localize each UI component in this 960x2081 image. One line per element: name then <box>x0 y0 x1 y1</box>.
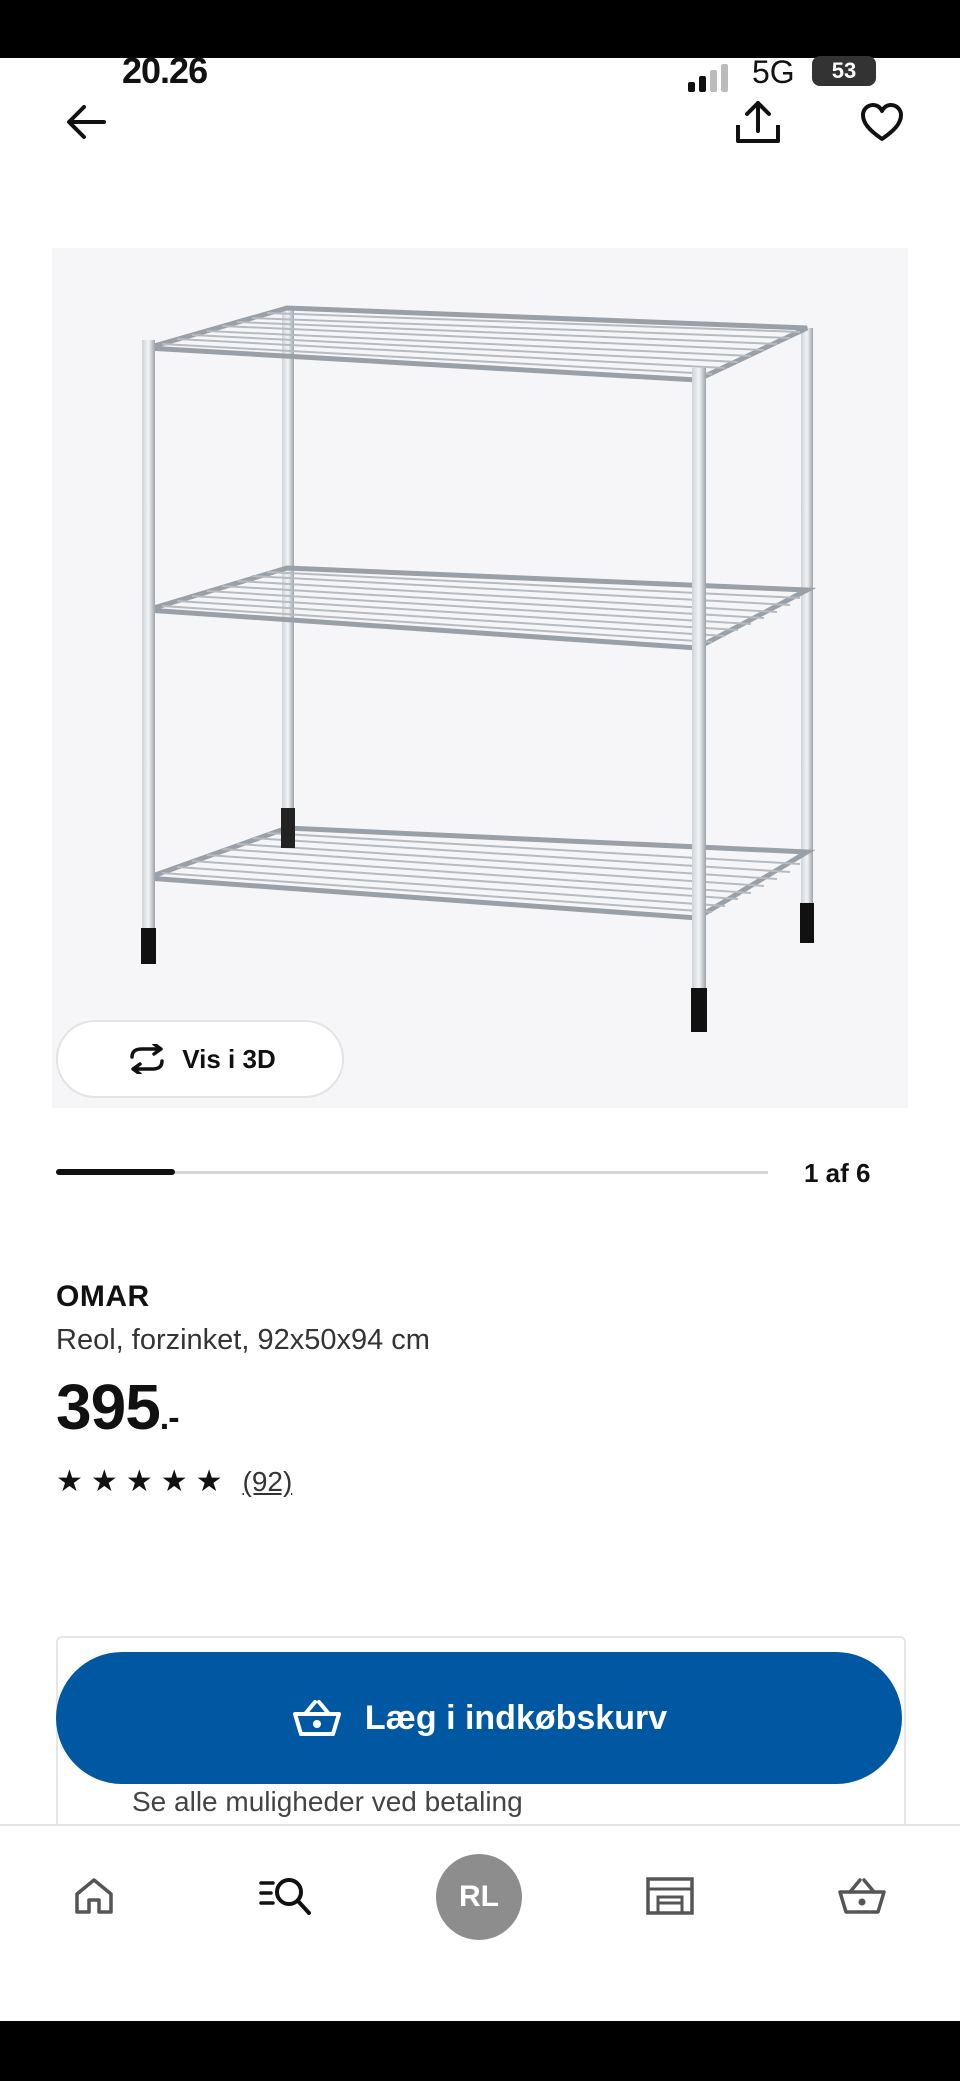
review-count-link[interactable]: (92) <box>243 1466 293 1498</box>
nav-home[interactable] <box>54 1856 134 1936</box>
gallery-pager: 1 af 6 <box>804 1158 871 1188</box>
add-to-cart-label: Læg i indkøbskurv <box>364 1698 668 1737</box>
star-icon: ★ <box>160 1465 188 1498</box>
profile-avatar[interactable]: RL <box>436 1854 522 1940</box>
cart-icon <box>838 1878 886 1914</box>
share-button[interactable] <box>726 90 790 154</box>
payment-options-link[interactable]: Se alle muligheder ved betaling <box>132 1786 523 1818</box>
rotate-3d-icon <box>130 1044 165 1074</box>
arrow-left-icon <box>67 105 106 139</box>
favorite-button[interactable] <box>850 90 914 154</box>
nav-cart[interactable] <box>822 1856 902 1936</box>
star-icon: ★ <box>56 1465 83 1498</box>
add-to-cart-button[interactable]: Læg i indkøbskurv <box>56 1652 902 1784</box>
bottom-navigation: RL <box>0 1824 960 2024</box>
view-in-3d-label: Vis i 3D <box>182 1043 276 1074</box>
price-main: 395 <box>56 1371 161 1443</box>
battery-icon: 53 <box>812 56 876 86</box>
share-icon <box>736 101 780 143</box>
star-icon: ★ <box>90 1465 118 1498</box>
star-icon: ★ <box>125 1465 153 1498</box>
nav-stores[interactable] <box>630 1856 710 1936</box>
status-bar: 20.26 5G 53 <box>0 50 960 98</box>
heart-icon <box>861 103 903 141</box>
status-time: 20.26 <box>122 50 208 91</box>
product-rating[interactable]: ★ ★ ★ ★ ★ (92) <box>56 1466 292 1498</box>
basket-icon <box>292 1700 341 1736</box>
signal-icon <box>688 64 728 92</box>
back-button[interactable] <box>54 90 118 154</box>
shelf-illustration <box>141 305 817 1032</box>
view-in-3d-button[interactable]: Vis i 3D <box>56 1020 344 1098</box>
home-icon <box>75 1878 113 1914</box>
nav-search[interactable] <box>246 1856 326 1936</box>
search-icon <box>259 1878 311 1915</box>
product-price: 395.- <box>56 1370 180 1444</box>
gallery-progress-fill <box>56 1169 175 1175</box>
network-label: 5G <box>752 54 795 90</box>
store-icon <box>646 1877 694 1915</box>
bottom-black-bar <box>0 2021 960 2081</box>
product-image[interactable] <box>52 248 908 1108</box>
price-suffix: .- <box>159 1399 180 1437</box>
product-description: Reol, forzinket, 92x50x94 cm <box>56 1324 430 1356</box>
star-icon: ★ <box>195 1465 223 1498</box>
product-name: OMAR <box>56 1280 150 1313</box>
